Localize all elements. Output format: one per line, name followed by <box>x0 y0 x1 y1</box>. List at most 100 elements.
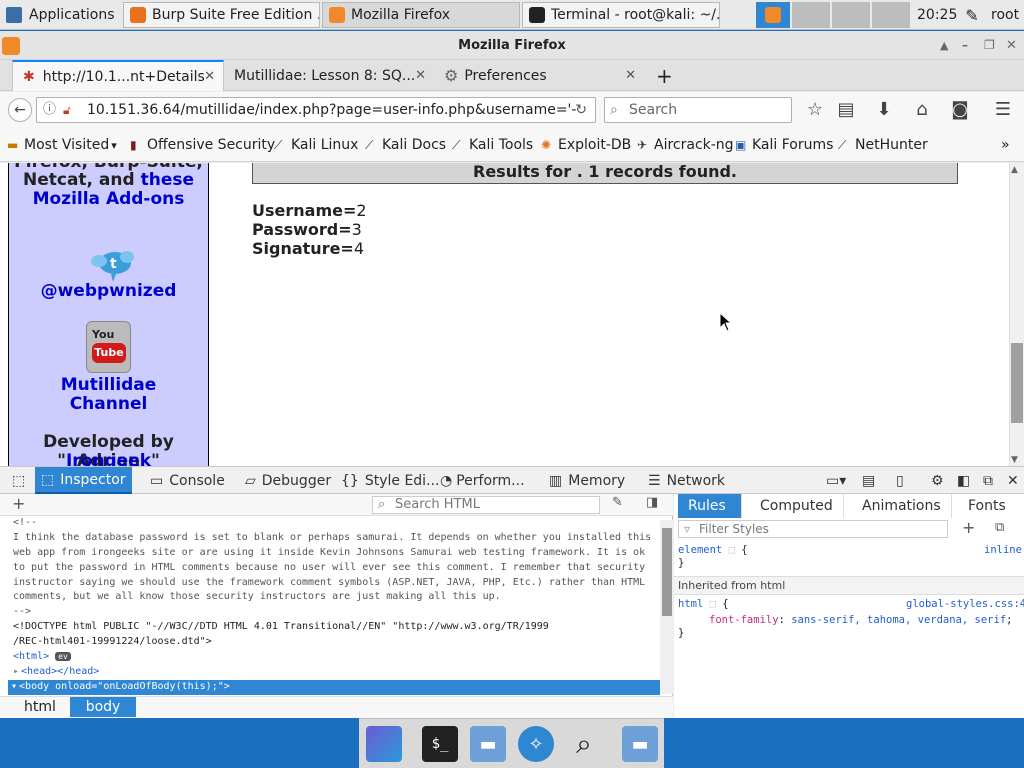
collapse-arrow-icon[interactable]: ▾ <box>11 681 17 692</box>
workspace-2[interactable] <box>792 2 830 28</box>
task-burp[interactable]: Burp Suite Free Edition ... <box>123 2 320 28</box>
breadcrumb-html[interactable]: html <box>14 697 66 717</box>
home-icon[interactable]: ⌂ <box>910 99 934 120</box>
close-tab-icon[interactable]: ✕ <box>625 68 636 83</box>
youtube-icon[interactable]: You Tube <box>86 321 131 373</box>
bookmark-nethunter[interactable]: ⟋ NetHunter <box>838 137 928 153</box>
bookmark-exploit-db[interactable]: ✺ Exploit-DB <box>541 137 631 153</box>
terminal-icon[interactable]: $_ <box>422 726 458 762</box>
tab-debugger[interactable]: ▱ Debugger <box>239 467 337 494</box>
bookmark-star-icon[interactable]: ☆ <box>803 99 827 120</box>
code-line[interactable]: instructor saying we should use the fram… <box>13 576 645 591</box>
toggle-classes-icon[interactable]: ⧉ <box>995 520 1004 535</box>
expand-arrow-icon[interactable]: ▸ <box>13 666 19 677</box>
reload-icon[interactable]: ↻ <box>575 98 587 122</box>
tab-style-editor[interactable]: {} Style Edi... <box>335 467 445 494</box>
split-console-icon[interactable]: ▤ <box>856 467 881 494</box>
pick-element-icon[interactable]: ⬚ <box>6 467 31 494</box>
bookmark-kali-docs[interactable]: ⟋ Kali Docs <box>365 137 446 153</box>
dock-layout-icon[interactable]: ▭▾ <box>820 467 852 494</box>
tab-computed[interactable]: Computed <box>750 494 844 518</box>
addons-link[interactable]: Mozilla Add-ons <box>9 190 208 209</box>
code-line[interactable]: <html> ev <box>13 650 71 665</box>
bookmark-aircrack[interactable]: ✈ Aircrack-ng <box>637 137 734 153</box>
bookmark-most-visited[interactable]: ▬ Most Visited ▾ <box>7 137 117 153</box>
filter-styles-input[interactable]: ▿ Filter Styles <box>678 520 948 538</box>
rule-html[interactable]: html ⬚ { <box>678 598 729 610</box>
event-badge[interactable]: ev <box>55 652 71 661</box>
highlight-icon[interactable]: ⬚ <box>710 598 716 610</box>
workspace-3[interactable] <box>832 2 870 28</box>
undock-icon[interactable]: ⧉ <box>977 467 999 494</box>
close-icon[interactable]: ✕ <box>1006 31 1017 60</box>
dock-side-icon[interactable]: ◧ <box>951 467 976 494</box>
pocket-icon[interactable]: ◙ <box>948 99 972 120</box>
info-icon[interactable]: ⓘ <box>43 98 56 122</box>
user-menu[interactable]: root <box>991 2 1019 28</box>
file-manager-icon[interactable]: ▬ <box>470 726 506 762</box>
tab-fonts[interactable]: Fonts <box>958 494 1016 518</box>
tab-inspector[interactable]: ⬚ Inspector <box>35 467 132 494</box>
bookmark-kali-tools[interactable]: ⟋ Kali Tools <box>452 137 533 153</box>
rule-source[interactable]: global-styles.css:4 <box>906 598 1024 610</box>
pen-icon[interactable]: ✎ <box>960 2 984 28</box>
clock[interactable]: 20:25 <box>917 2 957 28</box>
tab-animations[interactable]: Animations <box>852 494 952 518</box>
desktop-icon[interactable] <box>366 726 402 762</box>
tab-console[interactable]: ▭ Console <box>144 467 231 494</box>
code-line[interactable]: /REC-html401-19991224/loose.dtd"> <box>13 635 212 650</box>
scroll-up-icon[interactable]: ▲ <box>1011 165 1018 175</box>
page-scrollbar-thumb[interactable] <box>1011 343 1023 423</box>
bookmark-offensive-security[interactable]: ▮ Offensive Security <box>130 137 275 153</box>
back-button[interactable]: ← <box>8 98 32 122</box>
rule-source[interactable]: inline <box>984 544 1022 556</box>
tab-rules[interactable]: Rules <box>678 494 742 518</box>
tab-performance[interactable]: ◔ Perform... <box>434 467 531 494</box>
close-tab-icon[interactable]: ✕ <box>204 69 215 84</box>
highlight-icon[interactable]: ⬚ <box>729 544 735 556</box>
close-devtools-icon[interactable]: ✕ <box>1001 467 1024 494</box>
download-icon[interactable]: ⬇ <box>872 99 896 120</box>
bookmarks-overflow-icon[interactable]: » <box>1001 137 1010 153</box>
toggle-sidebar-icon[interactable]: ◨ <box>646 495 658 510</box>
irongeek-link[interactable]: Irongeek <box>66 451 151 467</box>
menu-icon[interactable]: ☰ <box>991 99 1015 120</box>
search-bar[interactable]: ⌕ Search <box>604 97 792 123</box>
scroll-down-icon[interactable]: ▼ <box>1011 455 1018 465</box>
rule-property[interactable]: font-family <box>709 614 779 626</box>
rule-declaration[interactable]: font-family: sans-serif, tahoma, verdana… <box>709 614 1012 626</box>
add-node-icon[interactable]: + <box>12 494 25 513</box>
url-bar[interactable]: ⓘ 🔓︎ 10.151.36.64/mutillidae/index.php?p… <box>36 97 596 123</box>
code-line[interactable]: I think the database password is set to … <box>13 531 651 546</box>
code-line[interactable]: <!-- <box>13 516 37 531</box>
rule-element[interactable]: element ⬚ { <box>678 544 748 556</box>
search-magnifier-icon[interactable]: ⌕ <box>566 726 602 762</box>
tab-network[interactable]: ☰ Network <box>642 467 731 494</box>
shade-icon[interactable]: ▲ <box>940 31 948 60</box>
task-firefox[interactable]: Mozilla Firefox <box>322 2 520 28</box>
minimize-icon[interactable]: – <box>962 31 968 60</box>
twitter-link[interactable]: @webpwnized <box>9 282 208 301</box>
code-line[interactable]: to put the password in HTML comments bec… <box>13 561 645 576</box>
code-line[interactable]: ▸ <head></head> <box>13 665 99 680</box>
task-terminal[interactable]: Terminal - root@kali: ~/... <box>522 2 720 28</box>
youtube-link[interactable]: Channel <box>9 395 208 414</box>
close-tab-icon[interactable]: ✕ <box>415 68 426 83</box>
markup-scrollbar-thumb[interactable] <box>662 528 672 616</box>
rule-value[interactable]: sans-serif, tahoma, verdana, serif <box>791 614 1006 626</box>
search-html-input[interactable]: ⌕ Search HTML <box>372 496 600 514</box>
add-rule-icon[interactable]: + <box>962 518 975 537</box>
breadcrumb-body[interactable]: body <box>70 697 136 717</box>
maximize-icon[interactable]: ❐ <box>984 31 995 60</box>
tab-sqli[interactable]: ✱ http://10.1...nt+Details ✕ <box>12 60 224 91</box>
youtube-link[interactable]: Mutillidae <box>9 376 208 395</box>
library-icon[interactable]: ▤ <box>834 99 858 120</box>
workspace-4[interactable] <box>872 2 910 28</box>
folder-icon[interactable]: ▬ <box>622 726 658 762</box>
tab-mutillidae[interactable]: Mutillidae: Lesson 8: SQ... ✕ <box>224 60 434 91</box>
tab-memory[interactable]: ▥ Memory <box>543 467 631 494</box>
workspace-1[interactable] <box>756 2 790 28</box>
bookmark-kali-linux[interactable]: ⟋ Kali Linux <box>274 137 358 153</box>
twitter-icon[interactable]: t <box>89 248 137 282</box>
new-tab-button[interactable]: + <box>646 60 683 91</box>
